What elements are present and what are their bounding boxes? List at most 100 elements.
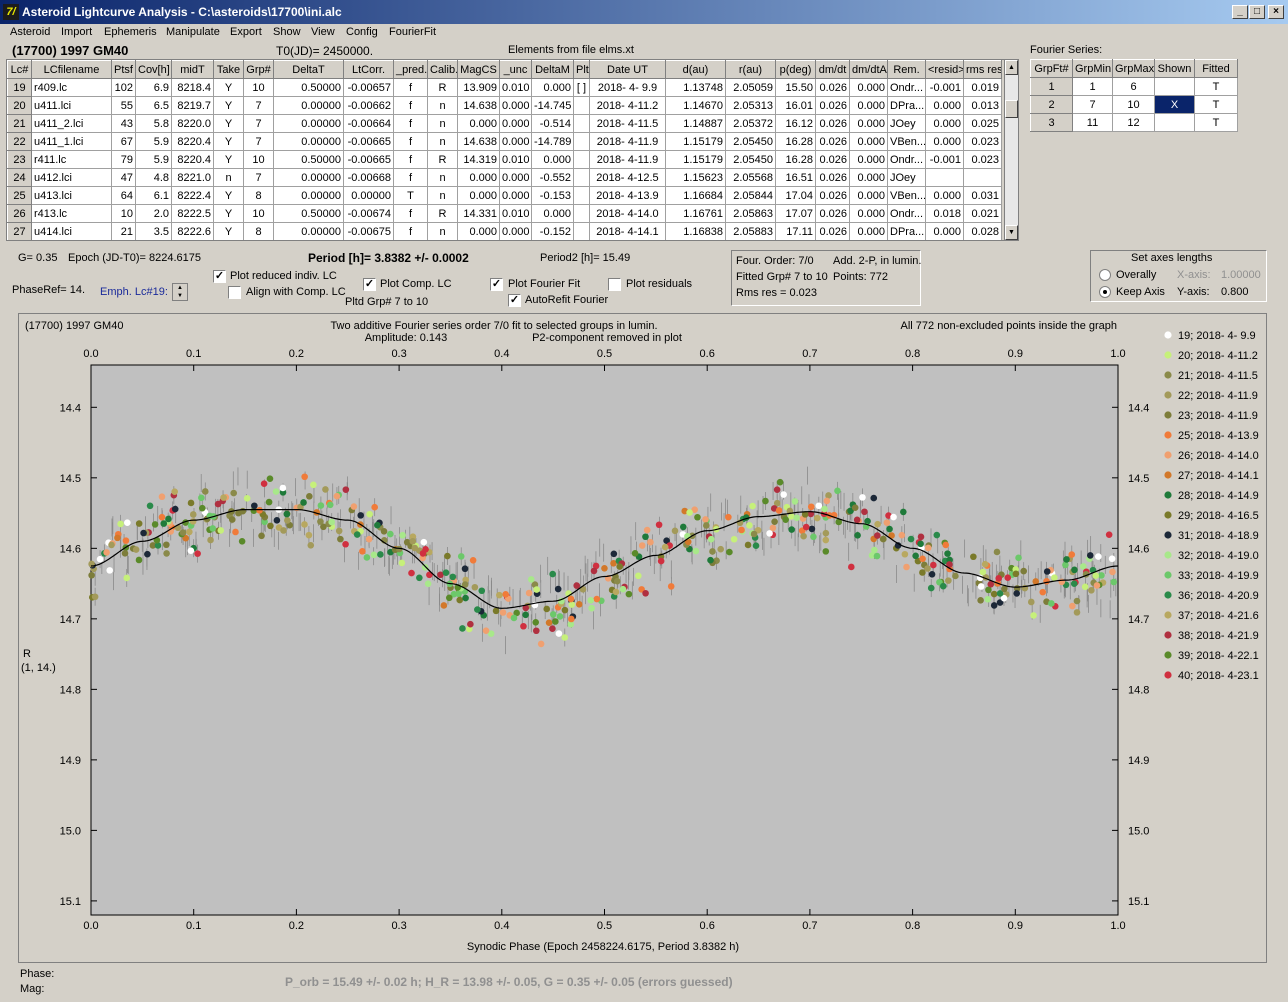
table-cell[interactable]: 16.28 bbox=[775, 132, 816, 151]
table-cell[interactable]: f bbox=[393, 150, 428, 169]
table-cell[interactable]: 0.000 bbox=[849, 168, 888, 187]
table-cell[interactable]: f bbox=[393, 168, 428, 187]
fourier-cell[interactable]: T bbox=[1194, 113, 1238, 132]
table-cell[interactable]: 6.1 bbox=[135, 186, 172, 205]
table-cell[interactable]: 17.04 bbox=[775, 186, 816, 205]
table-cell[interactable]: 0.00000 bbox=[273, 114, 344, 133]
fourier-column-header[interactable]: GrpFt# bbox=[1030, 59, 1073, 78]
plot-comp-checkbox[interactable]: ✓ bbox=[363, 278, 376, 291]
table-cell[interactable]: DPra... bbox=[887, 222, 926, 240]
table-cell[interactable]: f bbox=[393, 96, 428, 115]
table-cell[interactable]: 1.16761 bbox=[665, 204, 726, 223]
table-row[interactable]: 22 u411_1.lci 67 5.9 8220.4 Y 7 0.00000 -0.00665… bbox=[7, 132, 1002, 151]
table-cell[interactable]: -0.00665 bbox=[343, 150, 394, 169]
table-cell[interactable]: 14.638 bbox=[457, 132, 500, 151]
table-cell[interactable]: VBen... bbox=[887, 132, 926, 151]
yaxis-value[interactable]: 0.800 bbox=[1221, 286, 1249, 298]
plot-reduced-checkbox[interactable]: ✓ bbox=[213, 270, 226, 283]
table-cell[interactable]: 2018- 4-11.2 bbox=[589, 96, 666, 115]
fourier-column-header[interactable]: GrpMax bbox=[1112, 59, 1155, 78]
table-cell[interactable]: 8 bbox=[243, 186, 274, 205]
table-cell[interactable]: 0.026 bbox=[815, 78, 850, 97]
table-cell[interactable]: 17.11 bbox=[775, 222, 816, 240]
table-cell[interactable]: u414.lci bbox=[31, 222, 112, 240]
table-cell[interactable]: -14.789 bbox=[531, 132, 574, 151]
table-cell[interactable]: 8220.4 bbox=[171, 150, 214, 169]
table-cell[interactable]: -0.00674 bbox=[343, 204, 394, 223]
table-cell[interactable]: Ondr... bbox=[887, 204, 926, 223]
fourier-cell[interactable]: 11 bbox=[1072, 113, 1113, 132]
table-cell[interactable]: 0.000 bbox=[499, 168, 532, 187]
minimize-button[interactable]: _ bbox=[1232, 5, 1248, 19]
phaseref-value[interactable]: PhaseRef= 14. bbox=[12, 284, 85, 296]
table-row[interactable]: 24 u412.lci 47 4.8 8221.0 n 7 0.00000 -0.00668 f n… bbox=[7, 168, 1002, 187]
table-cell[interactable]: -0.00657 bbox=[343, 78, 394, 97]
table-cell[interactable]: DPra... bbox=[887, 96, 926, 115]
table-cell[interactable]: -0.00668 bbox=[343, 168, 394, 187]
scroll-thumb[interactable] bbox=[1005, 100, 1018, 118]
table-cell[interactable]: 0.019 bbox=[963, 78, 1002, 97]
plot-fourier-checkbox[interactable]: ✓ bbox=[490, 278, 503, 291]
table-cell[interactable]: [ ] bbox=[573, 78, 590, 97]
table-cell[interactable]: n bbox=[427, 222, 458, 240]
maximize-button[interactable]: □ bbox=[1249, 5, 1265, 19]
table-cell[interactable]: 0.000 bbox=[499, 96, 532, 115]
table-cell[interactable]: 10 bbox=[243, 204, 274, 223]
table-cell[interactable]: 25 bbox=[7, 186, 32, 205]
table-cell[interactable]: 0.000 bbox=[849, 150, 888, 169]
table-cell[interactable]: 64 bbox=[111, 186, 136, 205]
table-cell[interactable]: 16.12 bbox=[775, 114, 816, 133]
table-cell[interactable]: r411.lc bbox=[31, 150, 112, 169]
table-row[interactable]: 19 r409.lc 102 6.9 8218.4 Y 10 0.50000 -0.00657 f… bbox=[7, 78, 1002, 97]
table-cell[interactable]: 0.50000 bbox=[273, 78, 344, 97]
keep-axis-radio[interactable] bbox=[1099, 286, 1111, 298]
column-header[interactable]: dm/dt bbox=[815, 60, 850, 79]
table-cell[interactable]: 0.000 bbox=[925, 132, 964, 151]
table-cell[interactable]: 8219.7 bbox=[171, 96, 214, 115]
column-header[interactable]: Date UT bbox=[589, 60, 666, 79]
table-cell[interactable]: 0.025 bbox=[963, 114, 1002, 133]
table-cell[interactable]: 0.018 bbox=[925, 204, 964, 223]
menu-ephemeris[interactable]: Ephemeris bbox=[104, 26, 157, 38]
table-cell[interactable]: 0.026 bbox=[815, 132, 850, 151]
column-header[interactable]: Rem. bbox=[887, 60, 926, 79]
fourier-column-header[interactable]: Fitted bbox=[1194, 59, 1238, 78]
column-header[interactable]: Ptsf bbox=[111, 60, 136, 79]
table-cell[interactable]: 2.05883 bbox=[725, 222, 776, 240]
column-header[interactable]: r(au) bbox=[725, 60, 776, 79]
table-cell[interactable]: 10 bbox=[111, 204, 136, 223]
menu-show[interactable]: Show bbox=[273, 26, 301, 38]
table-cell[interactable]: u412.lci bbox=[31, 168, 112, 187]
table-cell[interactable]: 0.000 bbox=[849, 132, 888, 151]
fourier-row[interactable]: 3 11 12 T bbox=[1030, 113, 1238, 132]
table-cell[interactable]: 7 bbox=[243, 114, 274, 133]
table-cell[interactable]: Y bbox=[213, 78, 244, 97]
table-cell[interactable]: 0.000 bbox=[925, 114, 964, 133]
table-cell[interactable]: 6.5 bbox=[135, 96, 172, 115]
table-cell[interactable]: -0.00662 bbox=[343, 96, 394, 115]
table-cell[interactable]: 0.00000 bbox=[273, 96, 344, 115]
table-cell[interactable]: Ondr... bbox=[887, 150, 926, 169]
table-cell[interactable]: 102 bbox=[111, 78, 136, 97]
table-row[interactable]: 27 u414.lci 21 3.5 8222.6 Y 8 0.00000 -0.00675 f n… bbox=[7, 222, 1002, 240]
table-cell[interactable]: 0.000 bbox=[925, 96, 964, 115]
table-cell[interactable]: -0.152 bbox=[531, 222, 574, 240]
table-row[interactable]: 20 u411.lci 55 6.5 8219.7 Y 7 0.00000 -0.00662 f n… bbox=[7, 96, 1002, 115]
plot-canvas[interactable]: 0.0 0.0 0.1 0.1 0.2 0.2 0.3 0.3 0.4 0.4 0.5 0.5 0.6 0… bbox=[19, 314, 1268, 964]
table-cell[interactable]: 1.15179 bbox=[665, 132, 726, 151]
table-cell[interactable]: 0.000 bbox=[531, 150, 574, 169]
table-cell[interactable]: -0.552 bbox=[531, 168, 574, 187]
table-cell[interactable]: 0.010 bbox=[499, 204, 532, 223]
table-cell[interactable]: 0.00000 bbox=[273, 168, 344, 187]
table-row[interactable]: 21 u411_2.lci 43 5.8 8220.0 Y 7 0.00000 -0.00664… bbox=[7, 114, 1002, 133]
column-header[interactable]: MagCS bbox=[457, 60, 500, 79]
table-cell[interactable]: 24 bbox=[7, 168, 32, 187]
table-cell[interactable]: 21 bbox=[7, 114, 32, 133]
table-cell[interactable]: 0.010 bbox=[499, 150, 532, 169]
table-row[interactable]: 26 r413.lc 10 2.0 8222.5 Y 10 0.50000 -0.00674 f R… bbox=[7, 204, 1002, 223]
table-cell[interactable]: 79 bbox=[111, 150, 136, 169]
fourier-column-header[interactable]: GrpMin bbox=[1072, 59, 1113, 78]
table-cell[interactable]: r409.lc bbox=[31, 78, 112, 97]
table-cell[interactable]: 0.026 bbox=[815, 114, 850, 133]
table-cell[interactable]: 2018- 4-12.5 bbox=[589, 168, 666, 187]
